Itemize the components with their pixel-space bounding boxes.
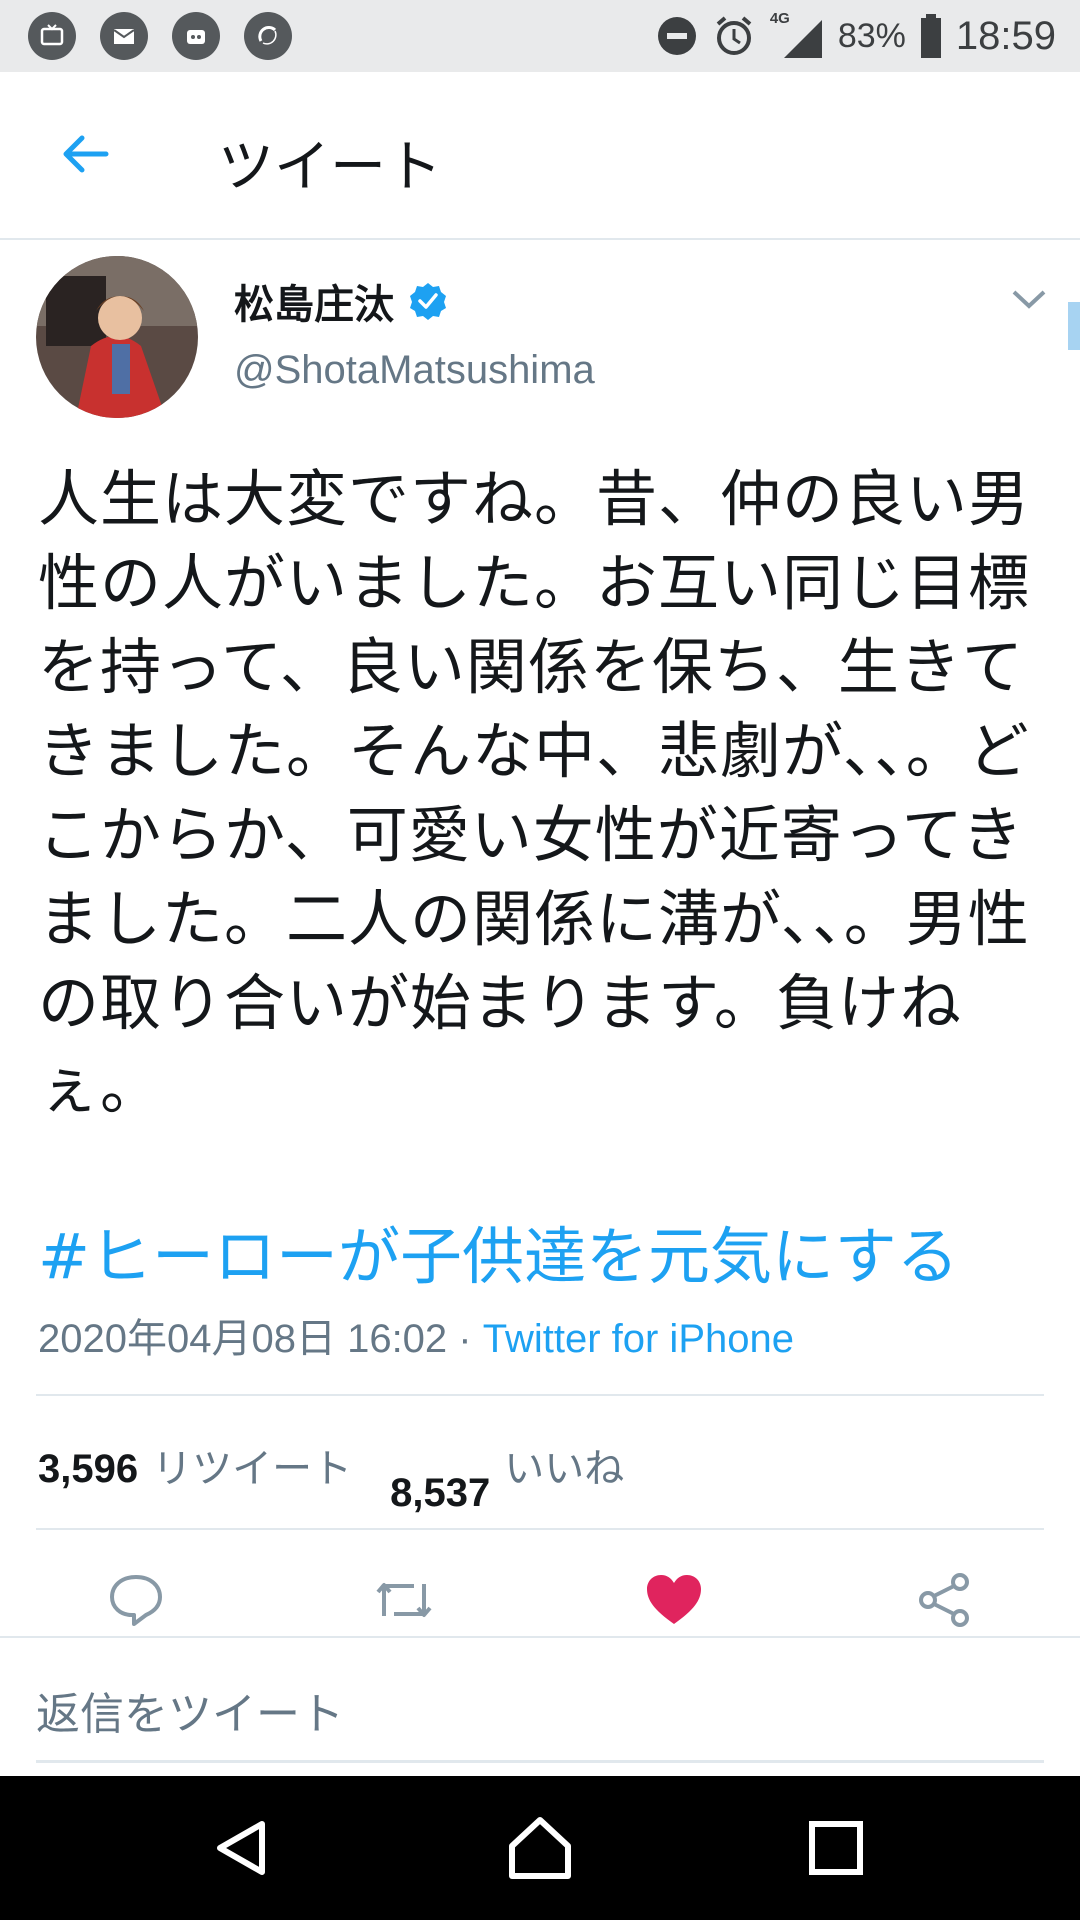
nav-recents-icon[interactable] xyxy=(800,1812,872,1884)
tweet-source-link[interactable]: Twitter for iPhone xyxy=(483,1317,794,1361)
reply-bar: 返信をツイート xyxy=(0,1636,1080,1778)
avatar[interactable] xyxy=(36,256,198,418)
divider xyxy=(36,1394,1044,1396)
retweet-label[interactable]: リツイート xyxy=(152,1436,352,1494)
mail-icon xyxy=(100,12,148,60)
network-type: 4G xyxy=(769,10,790,27)
tweet-actions xyxy=(0,1562,1080,1638)
share-icon xyxy=(919,1573,969,1627)
back-arrow-icon[interactable] xyxy=(56,126,112,182)
meta-separator: · xyxy=(447,1317,483,1361)
author-row: 松島庄汰 xyxy=(234,272,448,330)
app-header: ツイート xyxy=(0,72,1080,240)
hashtag-link[interactable]: #ヒーローが子供達を元気にする xyxy=(38,1206,959,1296)
author-name[interactable]: 松島庄汰 xyxy=(234,272,394,330)
alarm-icon xyxy=(716,16,752,55)
divider xyxy=(36,1528,1044,1530)
scrollbar-indicator xyxy=(1068,302,1080,350)
like-count[interactable]: 8,537 xyxy=(390,1471,490,1516)
tweet-datetime: 2020年04月08日 16:02 xyxy=(38,1317,448,1361)
android-nav-bar xyxy=(0,1776,1080,1920)
nav-home-icon[interactable] xyxy=(504,1812,576,1884)
tweet-text: 人生は大変ですね。昔、仲の良い男性の人がいました。お互い同じ目標を持って、良い関… xyxy=(38,464,1031,1123)
system-icons: 4G 83% 18:59 xyxy=(656,8,1056,64)
clock: 18:59 xyxy=(955,13,1056,58)
tweet-meta: 2020年04月08日 16:02 · Twitter for iPhone xyxy=(38,1306,794,1364)
chevron-down-icon[interactable] xyxy=(1010,284,1048,314)
status-bar: 4G 83% 18:59 xyxy=(0,0,1080,72)
like-button[interactable] xyxy=(636,1562,712,1638)
sync-icon xyxy=(244,12,292,60)
dnd-icon xyxy=(657,17,696,55)
page-title: ツイート xyxy=(218,135,442,200)
reply-underline xyxy=(36,1760,1044,1763)
notification-icons xyxy=(28,12,292,60)
battery-percent: 83% xyxy=(837,16,906,55)
nav-back-icon[interactable] xyxy=(206,1812,278,1884)
signal-icon: 4G xyxy=(769,10,824,60)
heart-filled-icon xyxy=(647,1575,701,1624)
retweet-button[interactable] xyxy=(366,1562,442,1638)
tv-icon xyxy=(28,12,76,60)
share-button[interactable] xyxy=(906,1562,982,1638)
reply-icon xyxy=(110,1575,162,1626)
like-label[interactable]: いいね xyxy=(504,1436,624,1494)
tweet-stats: 3,596 リツイート 8,537 いいね xyxy=(38,1436,624,1515)
battery-icon xyxy=(920,14,941,58)
reply-input[interactable]: 返信をツイート xyxy=(36,1678,344,1742)
verified-badge-icon xyxy=(410,283,446,320)
app-icon xyxy=(172,12,220,60)
reply-button[interactable] xyxy=(98,1562,174,1638)
author-handle[interactable]: @ShotaMatsushima xyxy=(234,348,595,393)
retweet-count[interactable]: 3,596 xyxy=(38,1447,138,1492)
retweet-icon xyxy=(376,1583,432,1617)
